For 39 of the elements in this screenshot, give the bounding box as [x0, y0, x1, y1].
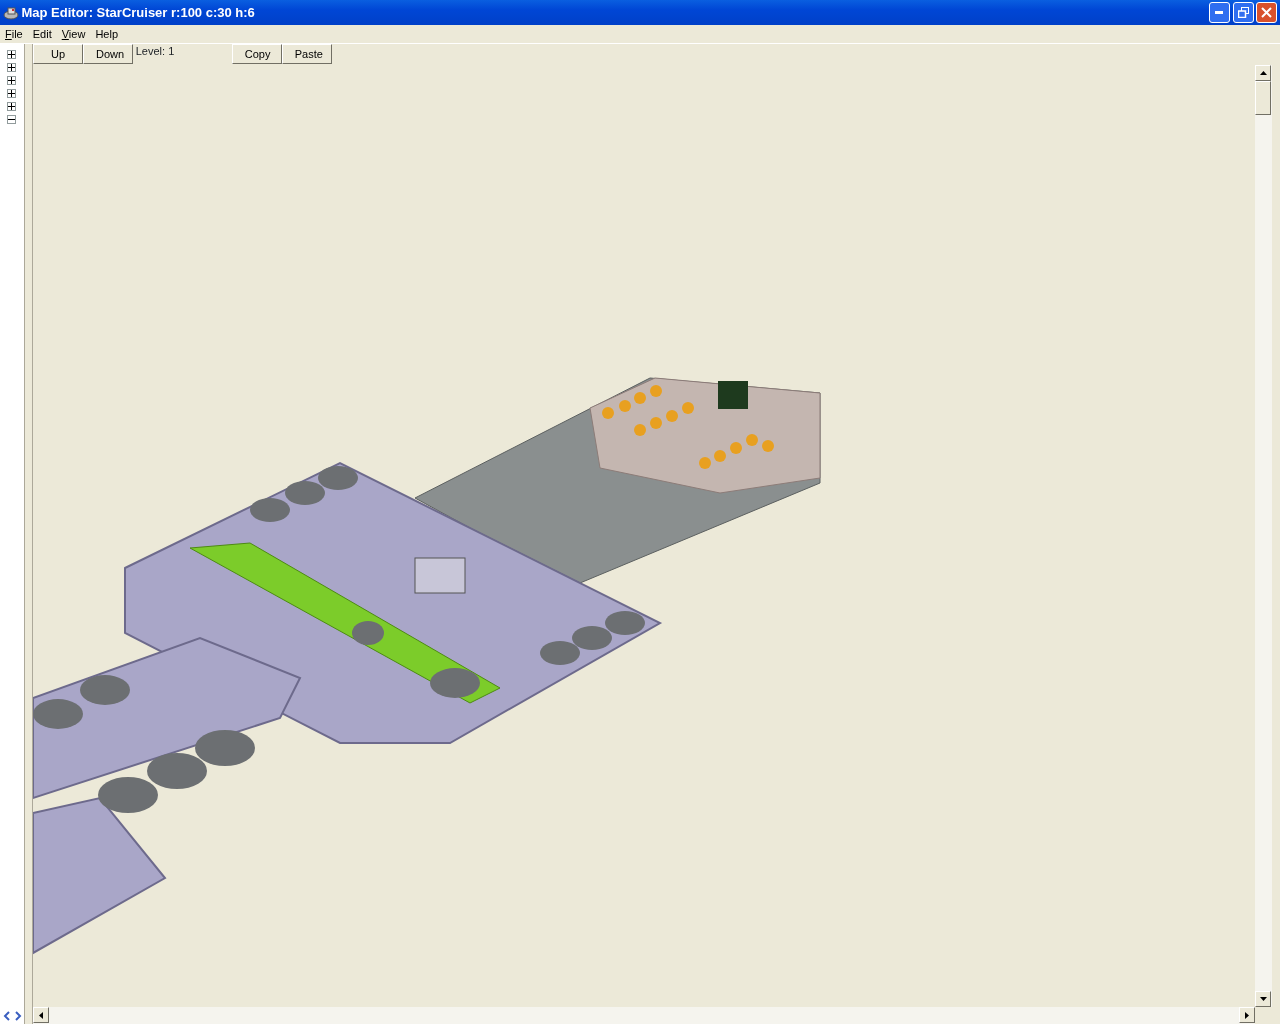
plus-icon	[8, 50, 15, 58]
restore-icon	[1237, 7, 1249, 18]
expand-toggle[interactable]	[7, 88, 16, 98]
expand-toggle[interactable]	[7, 49, 16, 59]
toolbar-button[interactable]: Copy	[231, 44, 282, 64]
minimize-icon	[1215, 11, 1224, 14]
collapse-toggle[interactable]	[7, 114, 16, 124]
expand-toggle[interactable]	[7, 75, 16, 85]
menu-item[interactable]: Help	[90, 24, 123, 44]
expand-toggle[interactable]	[7, 101, 16, 111]
plus-icon	[8, 102, 15, 110]
plus-icon	[8, 76, 15, 84]
plus-icon	[8, 89, 15, 97]
vertical-scrollbar[interactable]	[1255, 65, 1272, 1007]
app-icon	[2, 5, 19, 20]
close-button[interactable]	[1256, 2, 1278, 23]
window-title: Map Editor: StarCruiser r:100 c:30 h:6	[21, 3, 255, 22]
up-arrow-icon	[1259, 71, 1267, 75]
expand-toggle[interactable]	[7, 62, 16, 72]
down-arrow-icon	[1259, 997, 1267, 1001]
scroll-up-button[interactable]	[1255, 65, 1271, 81]
close-icon	[1261, 7, 1273, 18]
menu-item[interactable]: Edit	[27, 24, 57, 44]
level-label: Level: 1	[135, 44, 176, 59]
horizontal-scrollbar[interactable]	[33, 1007, 1255, 1024]
right-arrow-icon	[1245, 1011, 1249, 1019]
toolbar-button[interactable]: Paste	[281, 44, 332, 64]
toolbar-button[interactable]: Up	[33, 44, 83, 64]
menu-item[interactable]: View	[56, 24, 91, 44]
menu-item[interactable]: File	[0, 24, 28, 44]
restore-button[interactable]	[1232, 2, 1254, 23]
plus-icon	[8, 63, 15, 71]
scroll-down-button[interactable]	[1255, 991, 1271, 1007]
scroll-right-button[interactable]	[1239, 1007, 1255, 1023]
minimize-button[interactable]	[1208, 2, 1230, 23]
toolbar-button[interactable]: Down	[83, 44, 133, 64]
left-arrow-icon	[39, 1011, 43, 1019]
scroll-left-button[interactable]	[33, 1007, 49, 1023]
scroll-thumb[interactable]	[1255, 81, 1271, 115]
